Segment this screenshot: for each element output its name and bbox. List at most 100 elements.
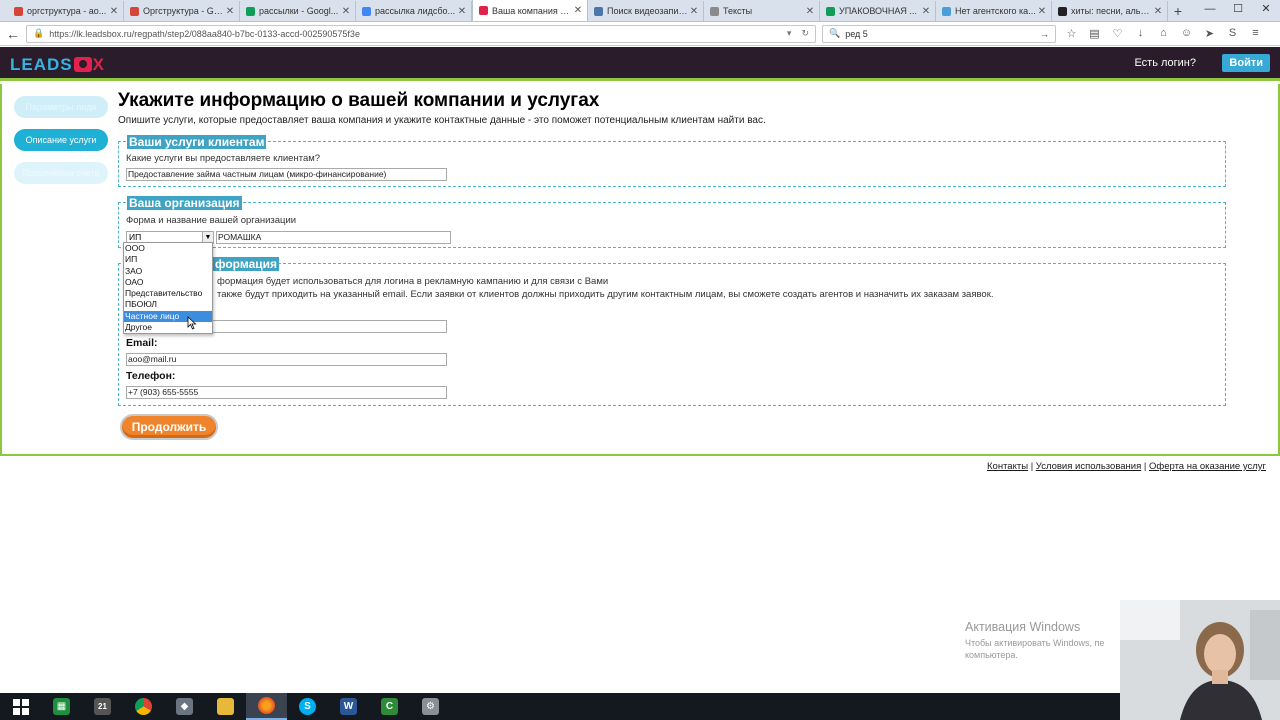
dropdown-option-highlighted[interactable]: Частное лицо — [124, 310, 212, 323]
browser-tab[interactable]: рассылки - Googl... ✕ — [240, 1, 356, 21]
step-service-description[interactable]: Описание услуги — [14, 129, 108, 151]
login-prompt: Есть логин? — [1134, 57, 1196, 69]
close-icon[interactable]: ✕ — [805, 6, 815, 17]
search-input[interactable]: ред 5 — [845, 29, 1040, 39]
send-icon[interactable]: ➤ — [1198, 27, 1221, 40]
bookmark-star-icon[interactable]: ☆ — [1060, 27, 1083, 40]
browser-tab[interactable]: рассылка лидсбо... ✕ — [356, 1, 472, 21]
logo-box-icon — [73, 57, 92, 72]
pocket-icon[interactable]: ♡ — [1106, 27, 1129, 40]
minimize-icon[interactable]: — — [1196, 0, 1224, 20]
taskbar-camtasia[interactable]: C — [369, 693, 410, 720]
phone-input[interactable]: +7 (903) 655-5555 — [126, 386, 447, 399]
step-lead-parameters[interactable]: Параметры лида — [14, 96, 108, 118]
terms-link[interactable]: Условия использования — [1036, 461, 1141, 472]
close-icon[interactable]: ✕ — [225, 6, 235, 17]
google-docs-icon — [362, 6, 371, 16]
taskbar-firefox[interactable] — [246, 693, 287, 720]
contacts-link[interactable]: Контакты — [987, 461, 1028, 472]
services-legend: Ваши услуги клиентам — [127, 135, 267, 149]
google-drive-icon — [246, 6, 255, 16]
close-icon[interactable]: ✕ — [921, 6, 931, 17]
page-title: Укажите информацию о вашей компании и ус… — [118, 90, 600, 111]
dropdown-option[interactable]: ОАО — [124, 277, 212, 288]
document-icon — [710, 6, 719, 16]
browser-tab[interactable]: Поиск видеозапис... ✕ — [588, 1, 704, 21]
presenter-video-image — [1120, 600, 1280, 720]
browser-tab[interactable]: Тексты ✕ — [704, 1, 820, 21]
offer-link[interactable]: Оферта на оказание услуг — [1149, 461, 1266, 472]
close-icon[interactable]: ✕ — [689, 6, 699, 17]
browser-nav-bar: ← 🔒 https://lk.leadsbox.ru/regpath/step2… — [0, 22, 1280, 46]
maximize-icon[interactable]: ☐ — [1224, 0, 1252, 20]
address-bar[interactable]: 🔒 https://lk.leadsbox.ru/regpath/step2/0… — [26, 24, 816, 43]
tab-title: Ваша компания и ... — [492, 5, 573, 16]
dropdown-option[interactable]: ПБОЮЛ — [124, 299, 212, 310]
close-icon[interactable]: ✕ — [457, 6, 467, 17]
browser-tab[interactable]: оргструктура - ao... ✕ — [8, 1, 124, 21]
google-sheets-icon — [826, 6, 835, 16]
dropdown-arrow-icon[interactable]: ▾ — [787, 28, 792, 39]
window-controls: — ☐ ✕ — [1196, 0, 1280, 20]
spreadsheet-icon: ▦ — [53, 698, 70, 715]
close-window-icon[interactable]: ✕ — [1252, 0, 1280, 20]
step-account-topup[interactable]: Пополнение счета — [14, 162, 108, 184]
leadsbox-logo[interactable]: LEADS X — [10, 55, 105, 75]
browser-tab[interactable]: хиты: песни, альб... ✕ — [1052, 1, 1168, 21]
download-icon[interactable]: ↓ — [1129, 27, 1152, 40]
taskbar-explorer[interactable] — [205, 693, 246, 720]
tab-title: рассылки - Googl... — [259, 6, 339, 16]
taskbar-excel[interactable]: ▦ — [41, 693, 82, 720]
new-tab-button[interactable]: + — [1168, 1, 1188, 21]
close-icon[interactable]: ✕ — [573, 5, 583, 16]
login-button[interactable]: Войти — [1222, 54, 1270, 72]
taskbar-skype[interactable]: S — [287, 693, 328, 720]
activation-title: Активация Windows — [965, 620, 1081, 634]
dropdown-option[interactable]: Представительство — [124, 288, 212, 299]
url-text: https://lk.leadsbox.ru/regpath/step2/088… — [49, 28, 360, 39]
reading-list-icon[interactable]: ▤ — [1083, 27, 1106, 40]
mouse-cursor-icon — [187, 316, 197, 330]
toolbar-icons: ☆ ▤ ♡ ↓ ⌂ ☺ ➤ S ≡ — [1060, 27, 1267, 40]
close-icon[interactable]: ✕ — [1037, 6, 1047, 17]
taskbar-word[interactable]: W — [328, 693, 369, 720]
taskbar-app[interactable]: ◆ — [164, 693, 205, 720]
taskbar-settings[interactable]: ⚙ — [410, 693, 451, 720]
taskbar-chrome[interactable] — [123, 693, 164, 720]
browser-tab[interactable]: УПАКОВОЧНАЯ ... ✕ — [820, 1, 936, 21]
browser-tab[interactable]: Нет агентского ка... ✕ — [936, 1, 1052, 21]
dropdown-option[interactable]: ИП — [124, 254, 212, 265]
search-bar[interactable]: 🔍 ред 5 → — [822, 24, 1056, 43]
continue-button[interactable]: Продолжить — [120, 414, 218, 440]
back-arrow-icon[interactable]: ← — [0, 26, 26, 42]
dropdown-option[interactable]: ЗАО — [124, 266, 212, 277]
browser-tab-active[interactable]: Ваша компания и ... ✕ — [472, 0, 588, 21]
dropdown-option[interactable]: ООО — [124, 243, 212, 254]
close-icon[interactable]: ✕ — [341, 6, 351, 17]
email-input[interactable]: aoo@mail.ru — [126, 353, 447, 366]
skype-icon[interactable]: S — [1221, 27, 1244, 40]
organization-name-input[interactable]: РОМАШКА — [216, 231, 451, 244]
start-button[interactable] — [0, 693, 41, 720]
reload-icon[interactable]: ↻ — [801, 28, 809, 39]
go-arrow-icon[interactable]: → — [1040, 29, 1049, 39]
home-icon[interactable]: ⌂ — [1152, 27, 1175, 40]
taskbar-calendar[interactable]: 21 — [82, 693, 123, 720]
email-label: Email: — [126, 337, 158, 349]
chrome-icon — [135, 698, 152, 715]
services-input[interactable]: Предоставление займа частным лицам (микр… — [126, 168, 447, 181]
dropdown-option[interactable]: Другое — [124, 322, 212, 333]
tab-title: УПАКОВОЧНАЯ ... — [839, 6, 917, 16]
tab-title: оргструктура - ao... — [27, 6, 107, 16]
browser-tab[interactable]: Оргструктура - Go... ✕ — [124, 1, 240, 21]
camtasia-icon: C — [381, 698, 398, 715]
close-icon[interactable]: ✕ — [109, 6, 119, 17]
organization-legend: Ваша организация — [127, 196, 242, 210]
chat-icon[interactable]: ☺ — [1175, 27, 1198, 40]
close-icon[interactable]: ✕ — [1153, 6, 1163, 17]
word-icon: W — [340, 698, 357, 715]
services-section: Ваши услуги клиентам Какие услуги вы пре… — [118, 135, 1226, 187]
menu-icon[interactable]: ≡ — [1244, 27, 1267, 40]
tab-title: Поиск видеозапис... — [607, 6, 689, 16]
tab-title: Тексты — [723, 6, 753, 16]
